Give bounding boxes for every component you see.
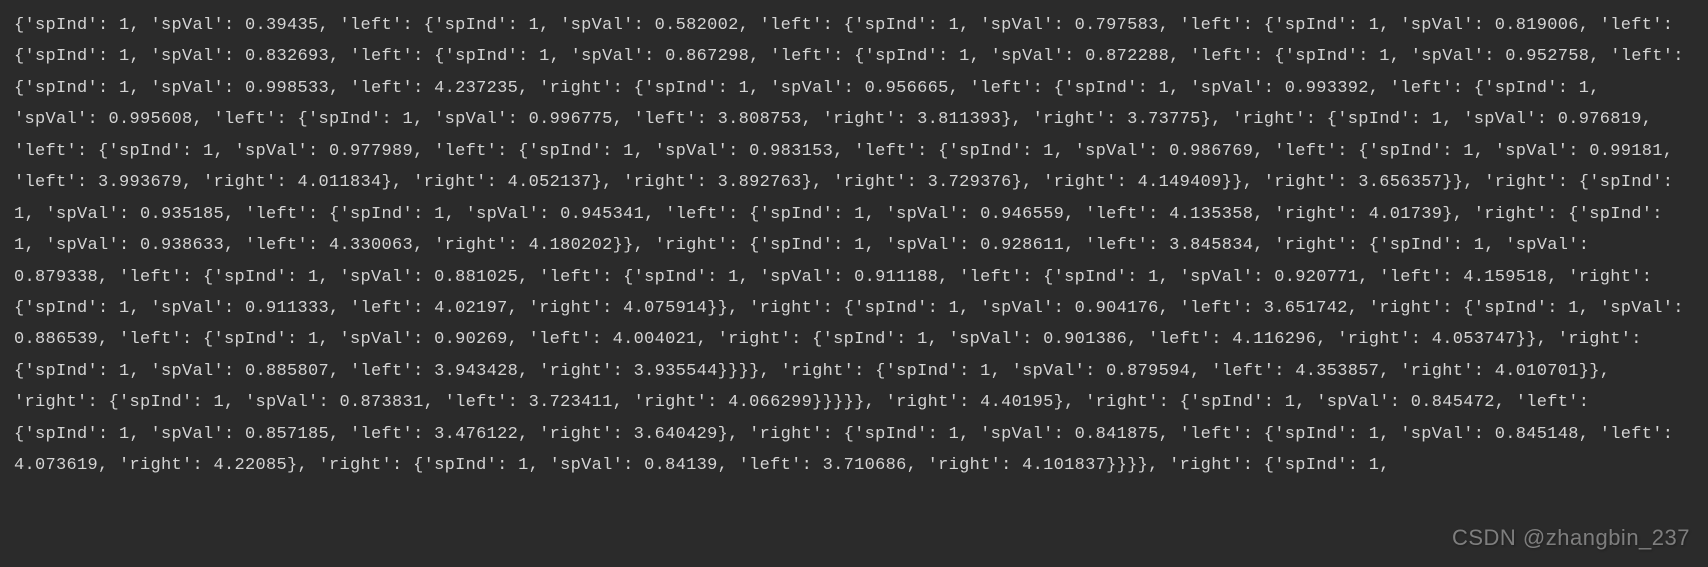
console-output: {'spInd': 1, 'spVal': 0.39435, 'left': {… xyxy=(14,10,1694,482)
watermark-text: CSDN @zhangbin_237 xyxy=(1452,518,1690,559)
